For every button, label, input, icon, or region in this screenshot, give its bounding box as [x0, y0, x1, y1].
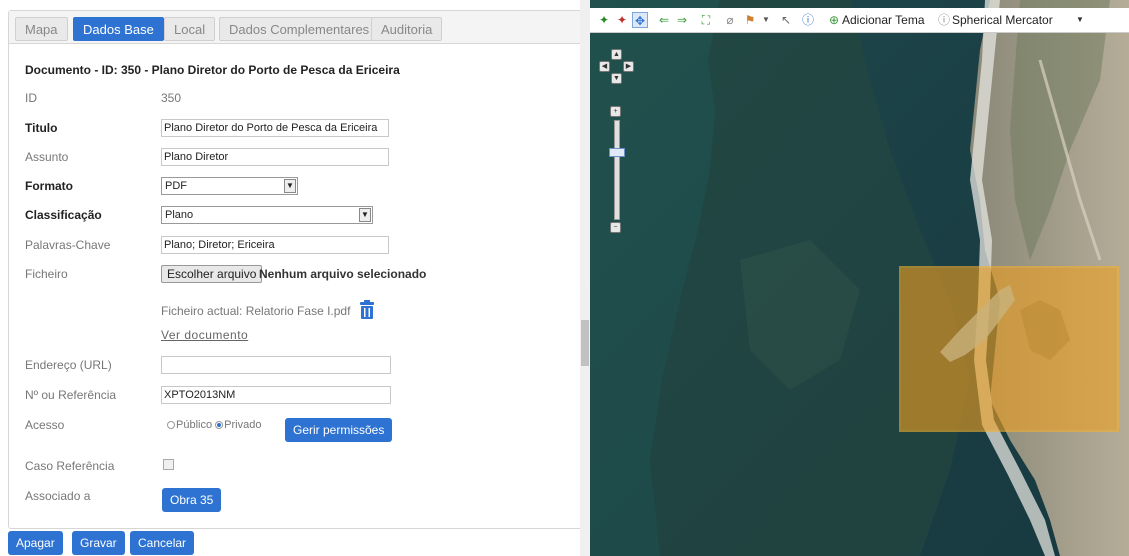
- assunto-input[interactable]: Plano Diretor: [161, 148, 389, 166]
- info-icon[interactable]: ⓘ: [800, 12, 816, 28]
- formato-value: PDF: [165, 180, 187, 192]
- projection-selector[interactable]: Spherical Mercator: [952, 12, 1053, 28]
- chevron-down-icon[interactable]: ▼: [359, 208, 371, 222]
- pan-back-icon[interactable]: ✦: [596, 12, 612, 28]
- select-icon[interactable]: ↖: [778, 12, 794, 28]
- next-extent-icon[interactable]: ⇒: [674, 12, 690, 28]
- form-scrollbar[interactable]: [580, 0, 590, 556]
- tab-mapa[interactable]: Mapa: [15, 17, 68, 41]
- titulo-input[interactable]: Plano Diretor do Porto de Pesca da Erice…: [161, 119, 389, 137]
- map-toolbar: ✦ ✦ ✥ ⇐ ⇒ ⛶ ⌀ ⚑ ▼ ↖ ⓘ ⊕ Adicionar Tema ⓘ…: [590, 8, 1129, 33]
- field-formato: Formato PDF ▼: [25, 177, 565, 201]
- marker-icon[interactable]: ⚑: [742, 12, 758, 28]
- file-status: Nenhum arquivo selecionado: [259, 267, 427, 281]
- value-id: 350: [161, 91, 182, 105]
- field-palavras-chave: Palavras-Chave Plano; Diretor; Ericeira: [25, 236, 565, 260]
- document-title: Documento - ID: 350 - Plano Diretor do P…: [25, 63, 400, 77]
- classificacao-select[interactable]: Plano ▼: [161, 206, 373, 224]
- field-assunto: Assunto Plano Diretor: [25, 148, 565, 172]
- document-panel: Mapa Dados Base Local Dados Complementar…: [8, 10, 582, 529]
- url-input[interactable]: [161, 356, 391, 374]
- chevron-down-icon[interactable]: ▼: [758, 12, 774, 28]
- add-theme-icon[interactable]: ⊕: [826, 12, 842, 28]
- chevron-down-icon[interactable]: ▼: [284, 179, 296, 193]
- field-referencia: Nº ou Referência XPTO2013NM: [25, 386, 565, 410]
- tab-local[interactable]: Local: [164, 17, 216, 41]
- satellite-imagery: [590, 0, 1129, 556]
- field-caso-referencia: Caso Referência: [25, 457, 565, 481]
- delete-button[interactable]: Apagar: [8, 531, 63, 555]
- current-file: Ficheiro actual: Relatorio Fase I.pdf: [161, 304, 351, 318]
- full-extent-icon[interactable]: ⛶: [698, 12, 714, 28]
- label-associado: Associado a: [25, 489, 91, 503]
- map-view[interactable]: ✦ ✦ ✥ ⇐ ⇒ ⛶ ⌀ ⚑ ▼ ↖ ⓘ ⊕ Adicionar Tema ⓘ…: [590, 0, 1129, 556]
- pan-left-icon[interactable]: ◀: [599, 61, 610, 72]
- label-referencia: Nº ou Referência: [25, 388, 117, 402]
- field-titulo: Titulo Plano Diretor do Porto de Pesca d…: [25, 119, 565, 143]
- projection-icon: ⓘ: [937, 13, 950, 27]
- radio-privado-label: Privado: [224, 419, 262, 431]
- pan-right-icon[interactable]: ▶: [623, 61, 634, 72]
- zoom-track[interactable]: [614, 120, 620, 220]
- radio-publico-label: Público: [176, 419, 213, 431]
- label-formato: Formato: [25, 179, 73, 193]
- view-document-link[interactable]: Ver documento: [161, 326, 248, 344]
- measure-icon[interactable]: ⌀: [722, 12, 738, 28]
- zoom-handle[interactable]: [609, 148, 625, 157]
- tab-auditoria[interactable]: Auditoria: [371, 17, 443, 41]
- label-acesso: Acesso: [25, 418, 65, 432]
- pan-down-icon[interactable]: ▼: [611, 73, 622, 84]
- label-palavras-chave: Palavras-Chave: [25, 238, 111, 252]
- field-id: ID 350: [25, 89, 565, 113]
- formato-select[interactable]: PDF ▼: [161, 177, 298, 195]
- label-classificacao: Classificação: [25, 208, 102, 222]
- access-radio-group: Público Privado: [167, 418, 261, 432]
- classificacao-value: Plano: [165, 209, 194, 221]
- save-button[interactable]: Gravar: [72, 531, 125, 555]
- choose-file-button[interactable]: Escolher arquivo: [161, 265, 263, 283]
- zoom-in-icon[interactable]: +: [610, 106, 621, 117]
- pan-up-icon[interactable]: ▲: [611, 49, 622, 60]
- label-assunto: Assunto: [25, 150, 69, 164]
- manage-permissions-button[interactable]: Gerir permissões: [285, 418, 393, 442]
- radio-publico[interactable]: [167, 421, 175, 430]
- action-buttons: Apagar Gravar Cancelar: [8, 531, 208, 555]
- cancel-button[interactable]: Cancelar: [130, 531, 195, 555]
- pan-icon[interactable]: ✥: [632, 12, 648, 28]
- label-ficheiro: Ficheiro: [25, 267, 68, 281]
- radio-privado[interactable]: [215, 421, 224, 430]
- add-theme-button[interactable]: Adicionar Tema: [842, 12, 925, 28]
- view-document-row: Ver documento: [25, 326, 565, 350]
- caso-referencia-checkbox[interactable]: [163, 459, 174, 470]
- referencia-input[interactable]: XPTO2013NM: [161, 386, 391, 404]
- field-classificacao: Classificação Plano ▼: [25, 206, 565, 230]
- label-titulo: Titulo: [25, 121, 58, 135]
- zoom-slider[interactable]: + −: [609, 106, 625, 238]
- field-ficheiro: Ficheiro Escolher arquivo Nenhum arquivo…: [25, 265, 565, 289]
- associated-work-button[interactable]: Obra 35: [162, 488, 222, 512]
- label-caso-referencia: Caso Referência: [25, 459, 115, 473]
- label-endereco: Endereço (URL): [25, 358, 112, 372]
- zoom-out-icon[interactable]: −: [610, 222, 621, 233]
- field-associado: Associado a Obra 35: [25, 487, 565, 512]
- trash-icon[interactable]: [359, 300, 375, 320]
- previous-extent-icon[interactable]: ⇐: [656, 12, 672, 28]
- tab-bar: Mapa Dados Base Local Dados Complementar…: [9, 11, 581, 44]
- current-file-row: Ficheiro actual: Relatorio Fase I.pdf: [25, 300, 565, 326]
- tab-dados-complementares[interactable]: Dados Complementares: [219, 17, 380, 41]
- label-id: ID: [25, 91, 37, 105]
- field-endereco: Endereço (URL): [25, 356, 565, 380]
- form-scrollbar-thumb[interactable]: [581, 320, 589, 366]
- tab-dados-base[interactable]: Dados Base: [73, 17, 164, 41]
- palavras-chave-input[interactable]: Plano; Diretor; Ericeira: [161, 236, 389, 254]
- form-pane: Mapa Dados Base Local Dados Complementar…: [0, 0, 590, 556]
- pan-forward-icon[interactable]: ✦: [614, 12, 630, 28]
- pan-controls: ▲ ◀ ▶ ▼: [596, 46, 634, 90]
- chevron-down-icon[interactable]: ▼: [1072, 12, 1088, 28]
- field-acesso: Acesso Público Privado Gerir permissões: [25, 416, 565, 442]
